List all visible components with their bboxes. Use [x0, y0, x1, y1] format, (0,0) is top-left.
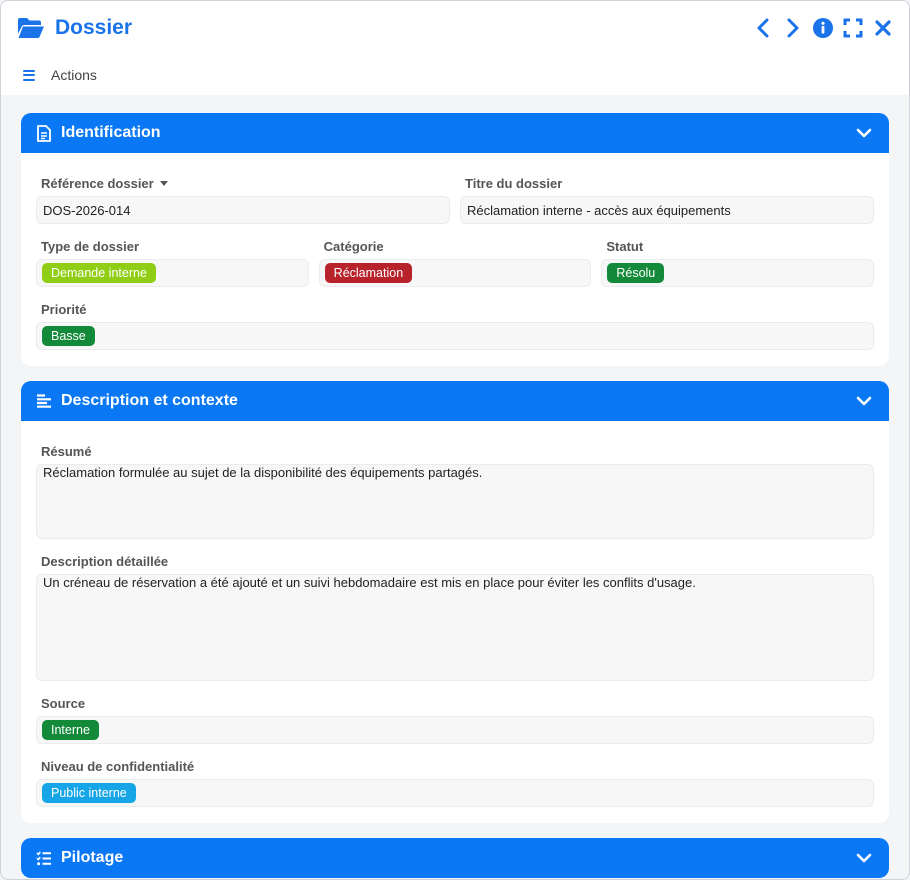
close-icon[interactable] — [873, 18, 893, 38]
type-box[interactable]: Demande interne — [36, 259, 309, 287]
resume-value[interactable]: Réclamation formulée au sujet de la disp… — [36, 464, 874, 539]
field-label: Catégorie — [323, 238, 384, 254]
field-label: Niveau de confidentialité — [41, 758, 195, 774]
confidentialite-box[interactable]: Public interne — [36, 779, 874, 807]
categorie-box[interactable]: Réclamation — [318, 259, 592, 287]
menu-icon[interactable] — [23, 69, 35, 81]
title-row: Dossier — [17, 13, 893, 43]
section-pilotage-header[interactable]: Pilotage — [21, 838, 889, 878]
caret-down-icon[interactable] — [159, 180, 168, 186]
section-description: Description et contexte Résumé Réclamati… — [21, 381, 889, 823]
section-title: Pilotage — [61, 849, 124, 866]
list-check-icon — [35, 849, 53, 867]
field-label: Source — [41, 695, 86, 711]
priorite-box[interactable]: Basse — [36, 322, 874, 350]
section-identification: Identification Référence dossier DOS-202… — [21, 113, 889, 366]
window-header: Dossier Actions — [1, 1, 909, 95]
priorite-badge: Basse — [42, 326, 95, 346]
actions-bar: Actions — [23, 67, 97, 83]
field-label: Titre du dossier — [465, 175, 563, 191]
statut-badge: Résolu — [607, 263, 665, 283]
document-icon — [35, 124, 53, 142]
section-identification-body: Référence dossier DOS-2026-014 Titre du … — [21, 153, 889, 366]
actions-label[interactable]: Actions — [51, 67, 97, 83]
reference-value[interactable]: DOS-2026-014 — [36, 196, 450, 224]
form-row: Niveau de confidentialité Public interne — [36, 756, 874, 807]
field-label: Type de dossier — [41, 238, 140, 254]
field-label: Priorité — [41, 301, 87, 317]
info-icon[interactable] — [813, 18, 833, 38]
source-badge: Interne — [42, 720, 99, 740]
section-description-header[interactable]: Description et contexte — [21, 381, 889, 421]
chevron-down-icon[interactable] — [855, 124, 873, 142]
field-resume: Résumé Réclamation formulée au sujet de … — [36, 441, 874, 539]
form-row: Source Interne — [36, 693, 874, 744]
field-detail: Description détaillée Un créneau de rése… — [36, 551, 874, 681]
field-source: Source Interne — [36, 693, 874, 744]
form-row: Priorité Basse — [36, 299, 874, 350]
type-badge: Demande interne — [42, 263, 156, 283]
section-title: Description et contexte — [61, 392, 238, 409]
window-title: Dossier — [55, 16, 133, 39]
expand-icon[interactable] — [843, 18, 863, 38]
form-row: Référence dossier DOS-2026-014 Titre du … — [36, 173, 874, 224]
field-label: Référence dossier — [36, 173, 450, 193]
categorie-badge: Réclamation — [324, 263, 413, 283]
section-identification-header[interactable]: Identification — [21, 113, 889, 153]
form-row: Type de dossier Demande interne Catégori… — [36, 236, 875, 287]
align-left-icon — [35, 392, 53, 410]
window-controls — [753, 18, 893, 38]
field-type: Type de dossier Demande interne — [36, 236, 309, 287]
titre-value[interactable]: Réclamation interne - accès aux équipeme… — [460, 196, 874, 224]
chevron-right-icon[interactable] — [783, 18, 803, 38]
statut-box[interactable]: Résolu — [601, 259, 875, 287]
field-label: Statut — [606, 238, 644, 254]
field-titre: Titre du dossier Réclamation interne - a… — [460, 173, 874, 224]
section-title: Identification — [61, 124, 161, 141]
form-content: Identification Référence dossier DOS-202… — [21, 113, 889, 879]
form-row: Description détaillée Un créneau de rése… — [36, 551, 874, 681]
chevron-down-icon[interactable] — [855, 849, 873, 867]
field-categorie: Catégorie Réclamation — [318, 236, 592, 287]
section-description-body: Résumé Réclamation formulée au sujet de … — [21, 421, 889, 823]
chevron-left-icon[interactable] — [753, 18, 773, 38]
section-pilotage: Pilotage — [21, 838, 889, 878]
field-reference: Référence dossier DOS-2026-014 — [36, 173, 450, 224]
field-priorite: Priorité Basse — [36, 299, 874, 350]
confidentialite-badge: Public interne — [42, 783, 136, 803]
field-label: Résumé — [41, 443, 92, 459]
folder-open-icon — [17, 17, 45, 39]
field-statut: Statut Résolu — [601, 236, 875, 287]
chevron-down-icon[interactable] — [855, 392, 873, 410]
form-row: Résumé Réclamation formulée au sujet de … — [36, 441, 874, 539]
field-confidentialite: Niveau de confidentialité Public interne — [36, 756, 874, 807]
source-box[interactable]: Interne — [36, 716, 874, 744]
field-label: Description détaillée — [41, 553, 169, 569]
dossier-window: Dossier Actions Identification Référence… — [0, 0, 910, 880]
detail-value[interactable]: Un créneau de réservation a été ajouté e… — [36, 574, 874, 681]
